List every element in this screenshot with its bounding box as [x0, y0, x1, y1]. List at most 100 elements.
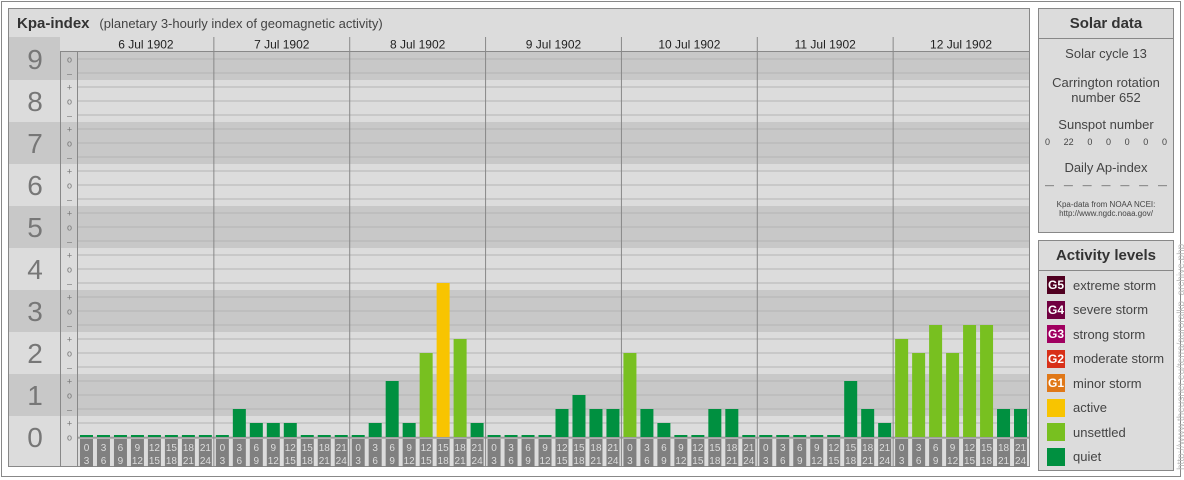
kp-bar[interactable] — [181, 435, 195, 437]
legend-item: G1 minor storm — [1039, 371, 1173, 396]
ap-value: — — [1063, 180, 1073, 190]
third-mark: o — [67, 97, 72, 107]
kp-bar[interactable] — [283, 423, 297, 437]
day-label: 12 Jul 1902 — [930, 38, 992, 52]
kp-bar[interactable] — [555, 409, 569, 437]
kp-bar[interactable] — [521, 435, 535, 437]
kp-bar[interactable] — [963, 325, 977, 437]
kp-band — [9, 51, 1029, 80]
kp-bar[interactable] — [249, 423, 263, 437]
kp-bar[interactable] — [96, 435, 110, 437]
kp-bar[interactable] — [470, 423, 484, 437]
kp-bar[interactable] — [334, 435, 348, 437]
interval-start: 12 — [692, 443, 704, 454]
third-mark: + — [67, 293, 72, 303]
kp-bar[interactable] — [946, 353, 960, 437]
y-tick-label: 6 — [27, 170, 43, 201]
interval-end: 3 — [355, 456, 361, 467]
interval-start: 18 — [183, 443, 195, 454]
kp-bar[interactable] — [402, 423, 416, 437]
interval-start: 15 — [709, 443, 721, 454]
kp-bar[interactable] — [589, 409, 603, 437]
sunspot-value: 0 — [1124, 137, 1130, 147]
kp-bar[interactable] — [130, 435, 144, 437]
kp-bar[interactable] — [895, 339, 909, 437]
kp-bar[interactable] — [232, 409, 246, 437]
sunspot-value: 0 — [1087, 137, 1093, 147]
interval-start: 6 — [118, 443, 124, 454]
kp-bar[interactable] — [351, 435, 365, 437]
interval-end: 21 — [726, 456, 738, 467]
interval-start: 21 — [200, 443, 212, 454]
kp-bar[interactable] — [929, 325, 943, 437]
kp-bar[interactable] — [844, 381, 858, 437]
sunspot-value: 0 — [1161, 137, 1167, 147]
interval-end: 24 — [879, 456, 891, 467]
interval-start: 6 — [254, 443, 260, 454]
kp-bar[interactable] — [657, 423, 671, 437]
kp-bar[interactable] — [300, 435, 314, 437]
ap-value: — — [1157, 180, 1167, 190]
interval-end: 21 — [319, 456, 331, 467]
kp-bar[interactable] — [759, 435, 773, 437]
kp-bar[interactable] — [606, 409, 620, 437]
kp-bar[interactable] — [147, 435, 161, 437]
kp-bar[interactable] — [317, 435, 331, 437]
kp-bar[interactable] — [1014, 409, 1028, 437]
interval-start: 0 — [763, 443, 769, 454]
kp-bar[interactable] — [725, 409, 739, 437]
kp-bar[interactable] — [861, 409, 875, 437]
kp-bar[interactable] — [436, 283, 450, 437]
interval-start: 9 — [406, 443, 412, 454]
activity-levels-panel: Activity levels G5 extreme storm G4 severe … — [1038, 240, 1174, 471]
kp-bar[interactable] — [80, 435, 93, 437]
kp-bar[interactable] — [912, 353, 926, 437]
kp-bar[interactable] — [164, 435, 178, 437]
kp-bar[interactable] — [538, 435, 552, 437]
kp-bar[interactable] — [487, 435, 501, 437]
kp-bar[interactable] — [997, 409, 1011, 437]
kp-bar[interactable] — [827, 435, 841, 437]
kp-bar[interactable] — [623, 353, 637, 437]
third-mark: o — [67, 55, 72, 65]
interval-start: 15 — [302, 443, 314, 454]
interval-start: 6 — [661, 443, 667, 454]
kp-bar[interactable] — [453, 339, 467, 437]
kp-bar[interactable] — [368, 423, 382, 437]
interval-start: 21 — [607, 443, 619, 454]
interval-start: 9 — [135, 443, 141, 454]
third-mark: o — [67, 391, 72, 401]
interval-start: 15 — [981, 443, 993, 454]
interval-end: 18 — [438, 456, 450, 467]
kp-bar[interactable] — [980, 325, 994, 437]
y-tick-label: 0 — [27, 422, 43, 453]
kp-bar[interactable] — [113, 435, 127, 437]
kp-bar[interactable] — [708, 409, 722, 437]
interval-end: 18 — [981, 456, 993, 467]
day-label: 7 Jul 1902 — [254, 38, 310, 52]
third-mark: o — [67, 433, 72, 443]
kp-bar[interactable] — [691, 435, 705, 437]
kp-bar[interactable] — [198, 435, 212, 437]
kp-bar[interactable] — [504, 435, 518, 437]
kp-bar[interactable] — [640, 409, 654, 437]
kp-bar[interactable] — [419, 353, 433, 437]
interval-end: 15 — [149, 456, 161, 467]
kp-bar[interactable] — [793, 435, 807, 437]
kp-bar[interactable] — [878, 423, 892, 437]
kp-bar[interactable] — [266, 423, 280, 437]
kp-bar[interactable] — [810, 435, 824, 437]
interval-start: 12 — [964, 443, 976, 454]
kp-bar[interactable] — [742, 435, 756, 437]
kp-bar[interactable] — [215, 435, 229, 437]
kp-bar[interactable] — [674, 435, 688, 437]
legend-swatch: G5 — [1047, 276, 1065, 295]
source-link[interactable]: http://www.ngdc.noaa.gov/ — [1039, 209, 1173, 218]
kp-bar[interactable] — [385, 381, 399, 437]
kp-bar[interactable] — [776, 435, 790, 437]
interval-end: 12 — [132, 456, 144, 467]
interval-start: 12 — [285, 443, 297, 454]
interval-end: 6 — [508, 456, 514, 467]
source-line1: Kpa-data from NOAA NCEI: — [1056, 200, 1156, 209]
kp-bar[interactable] — [572, 395, 586, 437]
